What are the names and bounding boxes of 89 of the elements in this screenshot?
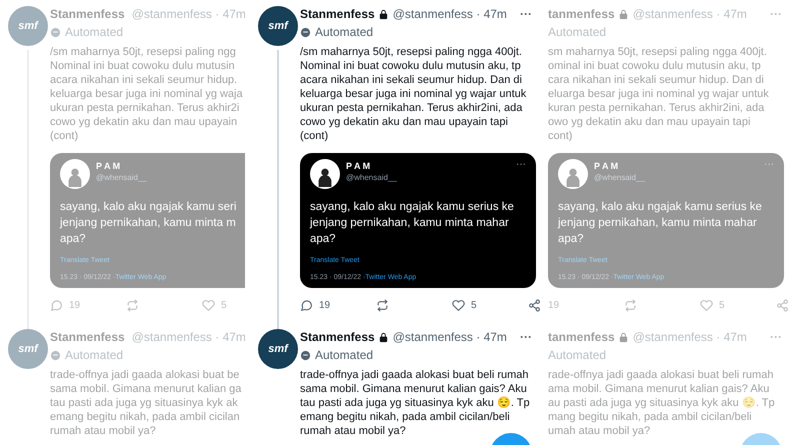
avatar: smf: [258, 329, 298, 369]
author-name: Stanmenfess: [50, 6, 125, 23]
quote-author-handle: @whensaid__: [594, 172, 645, 183]
tweet-text-line: (cont): [300, 129, 330, 143]
more-button[interactable]: ···: [520, 6, 532, 23]
tweet-text-line: eluarga besar juga ini nominal yg wajar untuk: [548, 87, 770, 101]
automated-label: Automated: [65, 347, 124, 364]
tweet-text-line: sama mobil. Gimana menurut kalian gais? Aku: [300, 382, 528, 396]
quote-text-line: apa?: [310, 232, 337, 247]
tweet-text-line: owo yg dekatin aku dan mau upayain tapi: [548, 115, 752, 129]
automated-label: Automated: [315, 24, 374, 41]
reply-count: 19: [548, 298, 560, 312]
avatar: smf: [258, 6, 298, 46]
tweet-text-line: rumah atau mobil ya?: [50, 424, 157, 438]
author-handle: @stanmenfess · 47m: [132, 6, 245, 23]
automated-label: Automated: [65, 24, 124, 41]
retweet-icon[interactable]: [376, 298, 389, 312]
reply-count: 19: [69, 298, 80, 312]
tweet-text-line: mang begitu nikah, pada ambil cicilan/beli: [548, 410, 753, 424]
automated-label: Automated: [548, 347, 606, 364]
avatar: smf: [8, 329, 48, 369]
lock-icon: [618, 332, 629, 342]
lock-icon: [618, 8, 629, 20]
heart-icon[interactable]: [452, 298, 465, 312]
quote-text-line: apa?: [558, 232, 585, 247]
author-name: tanmenfess: [548, 329, 615, 346]
tweet-text-line: ominal ini buat cowoku dulu mutusin aku, tp: [548, 59, 762, 73]
tweet-text-line: emang begitu nikah, pada ambil cicilan/beli: [300, 410, 511, 424]
tweet-text-line: rumah atau mobil ya?: [300, 424, 407, 438]
tweet-text-line: tau pasti ada juga yg situasinya kyk ak: [50, 396, 239, 410]
tweet-text-line: umah atau mobil ya?: [548, 424, 652, 438]
author-name: Stanmenfess: [50, 329, 125, 346]
quote-author-name: P A M: [594, 161, 620, 172]
automated-label: Automated: [548, 24, 606, 41]
quote-text-line: apa?: [60, 232, 87, 247]
like-count: 5: [471, 298, 477, 312]
automated-label: Automated: [315, 347, 374, 364]
avatar: smf: [8, 6, 48, 46]
author-name: Stanmenfess: [300, 6, 375, 23]
tweet-text-line: (cont): [50, 129, 80, 143]
lock-icon: [378, 332, 389, 342]
author-handle: @stanmenfess · 47m: [632, 6, 747, 23]
tweet-text-line: cara nikahan ini sekali seumur hidup. Dan di: [548, 73, 765, 87]
like-count: 5: [719, 298, 725, 312]
author-handle: @stanmenfess · 47m: [632, 329, 747, 346]
quote-text-line: jenjang pernikahan, kamu minta mahar: [310, 216, 510, 231]
more-button[interactable]: ···: [520, 329, 532, 346]
tweet-text-line: ukuran pesta pernikahan. Terus akhir2i: [50, 101, 239, 115]
tweet-text-line: /sm maharnya 50jt, resepsi paling ngg: [50, 45, 237, 59]
tweet-text-line: rade-offnya jadi gaada alokasi buat beli rumah: [548, 368, 774, 382]
more-button[interactable]: ···: [516, 159, 526, 171]
share-icon[interactable]: [528, 298, 540, 312]
tweet-text-line: Nominal ini buat cowoku dulu mutusin: [50, 59, 236, 73]
tweet-text-line: tau pasti ada juga yg situasinya kyk aku 😌. Tp: [300, 396, 531, 410]
quote-author-name: P A M: [96, 161, 122, 172]
tweet-text-line: sama mobil. Gimana menurut kalian ga: [50, 382, 239, 396]
author-handle: @stanmenfess · 47m: [132, 329, 245, 346]
reply-count: 19: [319, 298, 330, 312]
tweet-text-line: cont): [548, 129, 574, 143]
quote-author-handle: @whensaid__: [96, 172, 147, 183]
author-name: Stanmenfess: [300, 329, 375, 346]
tweet-text-line: ukuran pesta pernikahan. Terus akhir2ini, ada: [300, 101, 524, 115]
tweet-text-line: kuran pesta pernikahan. Terus akhir2ini, ada: [548, 101, 766, 115]
lock-icon: [378, 8, 389, 20]
tweet-text-line: acara nikahan ini sekali seumur hidup. Dan di: [300, 73, 523, 87]
tweet-text-line: keluarga besar juga ini nominal yg wajar untuk: [300, 87, 528, 101]
like-count: 5: [221, 298, 227, 312]
quote-text-line: sayang, kalo aku ngajak kamu seri: [60, 200, 238, 215]
tweet-text-line: /sm maharnya 50jt, resepsi paling ngga 400jt.: [300, 45, 523, 59]
tweet-text-line: cowo yg dekatin aku dan mau upayain tapi: [300, 115, 509, 129]
tweet-text-line: trade-offnya jadi gaada alokasi buat beli rumah: [300, 368, 530, 382]
tweet-text-line: acara nikahan ini sekali seumur hidup.: [50, 73, 238, 87]
author-handle: @stanmenfess · 47m: [392, 6, 507, 23]
quote-text-line: sayang, kalo aku ngajak kamu serius ke: [558, 200, 763, 215]
tweet-text-line: ama mobil. Gimana menurut kalian gais? Aku: [548, 382, 770, 396]
tweet-text-line: au pasti ada juga yg situasinya kyk aku 😌. Tp: [548, 396, 776, 410]
reply-icon[interactable]: [300, 298, 313, 312]
author-handle: @stanmenfess · 47m: [392, 329, 507, 346]
quote-author-handle: @whensaid__: [346, 172, 397, 183]
author-name: tanmenfess: [548, 6, 615, 23]
tweet-text-line: trade-offnya jadi gaada alokasi buat be: [50, 368, 239, 382]
tweet-text-line: Nominal ini buat cowoku dulu mutusin aku, tp: [300, 59, 522, 73]
quote-text-line: sayang, kalo aku ngajak kamu serius ke: [310, 200, 515, 215]
tweet-text-line: emang begitu nikah, pada ambil cicilan: [50, 410, 239, 424]
tweet-text-line: cowo yg dekatin aku dan mau upayain: [50, 115, 238, 129]
quote-author-name: P A M: [346, 161, 372, 172]
tweet-text-line: sm maharnya 50jt, resepsi paling ngga 400jt.: [548, 45, 768, 59]
quote-text-line: jenjang pernikahan, kamu minta m: [60, 216, 237, 231]
quote-text-line: jenjang pernikahan, kamu minta mahar: [558, 216, 758, 231]
